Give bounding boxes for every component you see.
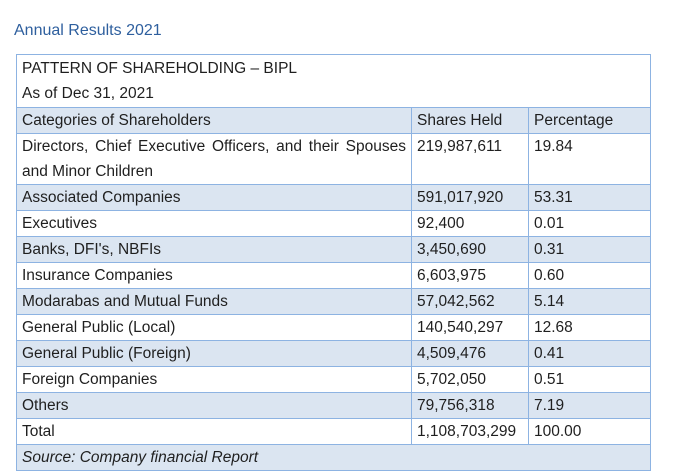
table-row: Banks, DFI's, NBFIs 3,450,690 0.31 (16, 236, 652, 263)
table-subtitle: As of Dec 31, 2021 (22, 85, 154, 102)
row-percentage: 0.31 (527, 236, 652, 263)
table-row: Associated Companies 591,017,920 53.31 (16, 184, 652, 211)
row-shares-held: 5,702,050 (411, 366, 529, 393)
table-header-row: Categories of Shareholders Shares Held P… (16, 107, 652, 134)
column-header-shares-held: Shares Held (411, 107, 529, 134)
row-percentage: 0.01 (527, 210, 652, 237)
table-row: Others 79,756,318 7.19 (16, 392, 652, 419)
row-shares-held: 3,450,690 (411, 236, 529, 263)
row-category: General Public (Foreign) (16, 340, 412, 367)
row-category: General Public (Local) (16, 314, 412, 341)
row-shares-held: 92,400 (411, 210, 529, 237)
table-row: Executives 92,400 0.01 (16, 210, 652, 237)
row-shares-held: 79,756,318 (411, 392, 529, 419)
table-title-cell: PATTERN OF SHAREHOLDING – BIPL As of Dec… (15, 54, 652, 108)
table-source-row: Source: Company financial Report (15, 444, 652, 471)
row-category: Modarabas and Mutual Funds (16, 288, 412, 315)
row-percentage: 0.60 (527, 262, 652, 289)
table-row: General Public (Local) 140,540,297 12.68 (16, 314, 652, 341)
row-category: Banks, DFI's, NBFIs (16, 236, 412, 263)
total-percentage: 100.00 (527, 418, 652, 445)
table-row: Directors, Chief Executive Officers, and… (16, 133, 652, 185)
column-header-percentage: Percentage (527, 107, 652, 134)
table-row: General Public (Foreign) 4,509,476 0.41 (16, 340, 652, 367)
row-shares-held: 4,509,476 (411, 340, 529, 367)
page-header-title: Annual Results 2021 (14, 22, 162, 39)
table-title: PATTERN OF SHAREHOLDING – BIPL (22, 60, 298, 77)
row-category: Executives (16, 210, 412, 237)
row-percentage: 53.31 (527, 184, 652, 211)
row-shares-held: 57,042,562 (411, 288, 529, 315)
row-percentage: 0.41 (527, 340, 652, 367)
row-category: Associated Companies (16, 184, 412, 211)
table-row: Foreign Companies 5,702,050 0.51 (16, 366, 652, 393)
row-percentage: 0.51 (527, 366, 652, 393)
total-shares-held: 1,108,703,299 (411, 418, 529, 445)
row-category: Insurance Companies (16, 262, 412, 289)
column-header-categories: Categories of Shareholders (16, 107, 412, 134)
row-percentage: 19.84 (527, 133, 652, 185)
row-shares-held: 219,987,611 (411, 133, 529, 185)
row-percentage: 12.68 (527, 314, 652, 341)
row-percentage: 7.19 (527, 392, 652, 419)
table-total-row: Total 1,108,703,299 100.00 (16, 418, 652, 445)
row-shares-held: 591,017,920 (411, 184, 529, 211)
row-shares-held: 140,540,297 (411, 314, 529, 341)
row-shares-held: 6,603,975 (411, 262, 529, 289)
total-label: Total (16, 418, 412, 445)
row-category: Directors, Chief Executive Officers, and… (16, 133, 412, 185)
row-percentage: 5.14 (527, 288, 652, 315)
shareholding-table: PATTERN OF SHAREHOLDING – BIPL As of Dec… (15, 54, 652, 471)
table-title-row: PATTERN OF SHAREHOLDING – BIPL As of Dec… (15, 54, 652, 108)
table-source-note: Source: Company financial Report (15, 444, 652, 471)
row-category: Others (16, 392, 412, 419)
row-category: Foreign Companies (16, 366, 412, 393)
table-row: Modarabas and Mutual Funds 57,042,562 5.… (16, 288, 652, 315)
table-row: Insurance Companies 6,603,975 0.60 (16, 262, 652, 289)
